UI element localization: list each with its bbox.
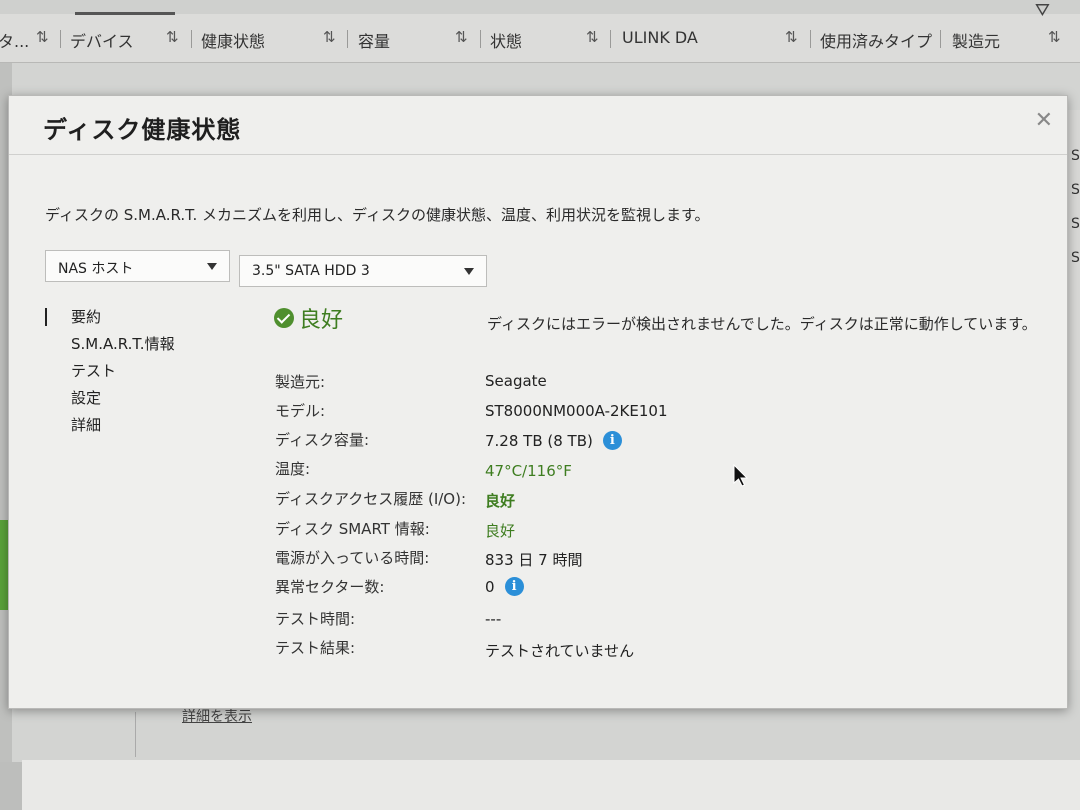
host-select-value: NAS ホスト <box>58 261 134 277</box>
disk-select-value: 3.5" SATA HDD 3 <box>252 263 370 279</box>
chevron-down-icon <box>464 268 474 275</box>
value-smart-info: 良好 <box>485 522 516 540</box>
column-header-status[interactable]: 状態 <box>490 28 522 52</box>
value-model: ST8000NM000A-2KE101 <box>485 402 668 420</box>
label-disk-access-io: ディスクアクセス履歴 (I/O): <box>275 490 467 508</box>
value-disk-access-io: 良好 <box>485 492 516 510</box>
close-icon[interactable]: ✕ <box>1035 108 1053 133</box>
value-bad-sectors: 0 <box>485 577 495 596</box>
label-model: モデル: <box>275 402 326 420</box>
mouse-cursor-icon <box>733 464 749 487</box>
nav-item-smart-info[interactable]: S.M.A.R.T.情報 <box>45 331 175 358</box>
label-bad-sectors: 異常セクター数: <box>275 578 385 596</box>
label-test-result: テスト結果: <box>275 639 356 657</box>
chevron-down-icon <box>207 263 217 270</box>
nav-item-settings[interactable]: 設定 <box>45 385 175 412</box>
dialog-title: ディスク健康状態 <box>43 116 242 144</box>
label-smart-info: ディスク SMART 情報: <box>275 520 430 538</box>
column-separator <box>347 30 348 48</box>
right-column-letter: S <box>1071 250 1080 266</box>
sort-icon[interactable]: ⇅ <box>166 28 179 46</box>
column-header-device[interactable]: デバイス <box>70 28 134 52</box>
nav-item-test[interactable]: テスト <box>45 358 175 385</box>
right-column-letter: S <box>1071 148 1080 164</box>
sort-icon[interactable]: ⇅ <box>785 28 798 46</box>
right-column-letter: S <box>1071 182 1080 198</box>
active-tab-indicator <box>75 12 175 15</box>
label-manufacturer: 製造元: <box>275 373 326 391</box>
disk-select[interactable]: 3.5" SATA HDD 3 <box>239 255 487 287</box>
label-temperature: 温度: <box>275 460 311 478</box>
column-header-health[interactable]: 健康状態 <box>201 28 265 52</box>
check-circle-icon <box>274 308 294 328</box>
value-test-time: --- <box>485 610 502 628</box>
value-power-on-time: 833 日 7 時間 <box>485 551 583 569</box>
health-message: ディスクにはエラーが検出されませんでした。ディスクは正常に動作しています。 <box>487 315 1037 333</box>
label-test-time: テスト時間: <box>275 610 356 628</box>
info-icon[interactable]: i <box>504 577 524 596</box>
info-icon[interactable]: i <box>602 431 622 450</box>
value-temperature: 47°C/116°F <box>485 462 572 480</box>
value-bad-sectors-row: 0 i <box>485 577 524 596</box>
sort-icon[interactable]: ⇅ <box>323 28 336 46</box>
column-header-manufacturer[interactable]: 製造元 <box>952 28 1000 52</box>
nav-item-summary[interactable]: 要約 <box>45 304 175 331</box>
label-disk-capacity: ディスク容量: <box>275 431 370 449</box>
dialog-divider <box>9 154 1067 155</box>
column-separator <box>480 30 481 48</box>
disk-health-dialog: ディスク健康状態 ✕ ディスクの S.M.A.R.T. メカニズムを利用し、ディ… <box>8 95 1068 709</box>
dialog-nav: 要約 S.M.A.R.T.情報 テスト 設定 詳細 <box>45 304 175 439</box>
column-separator <box>60 30 61 48</box>
column-separator <box>810 30 811 48</box>
value-disk-capacity-row: 7.28 TB (8 TB) i <box>485 431 622 450</box>
column-header-used-type[interactable]: 使用済みタイプ <box>820 28 932 52</box>
right-column-letter: S <box>1071 216 1080 232</box>
health-status-text: 良好 <box>299 308 344 333</box>
sort-icon[interactable]: ⇅ <box>586 28 599 46</box>
column-separator <box>610 30 611 48</box>
dialog-description: ディスクの S.M.A.R.T. メカニズムを利用し、ディスクの健康状態、温度、… <box>45 206 710 224</box>
column-header-ulink[interactable]: ULINK DA <box>622 28 698 47</box>
value-manufacturer: Seagate <box>485 372 547 390</box>
host-select[interactable]: NAS ホスト <box>45 250 230 282</box>
background-bottom-panel <box>22 760 1080 810</box>
background-divider <box>135 712 136 757</box>
value-disk-capacity: 7.28 TB (8 TB) <box>485 431 593 450</box>
column-header-0[interactable]: タ... <box>0 28 29 52</box>
column-separator <box>191 30 192 48</box>
value-test-result: テストされていません <box>485 642 635 660</box>
column-separator <box>940 30 941 48</box>
sort-icon[interactable]: ⇅ <box>1048 28 1061 46</box>
health-status: 良好 <box>274 302 343 334</box>
sort-icon[interactable]: ⇅ <box>36 28 49 46</box>
filter-icon[interactable]: ⛛ <box>1035 0 1050 21</box>
label-power-on-time: 電源が入っている時間: <box>275 549 430 567</box>
sort-icon[interactable]: ⇅ <box>455 28 468 46</box>
show-details-link[interactable]: 詳細を表示 <box>182 706 252 726</box>
background-green-indicator <box>0 520 8 610</box>
nav-item-details[interactable]: 詳細 <box>45 412 175 439</box>
column-header-capacity[interactable]: 容量 <box>358 28 390 52</box>
